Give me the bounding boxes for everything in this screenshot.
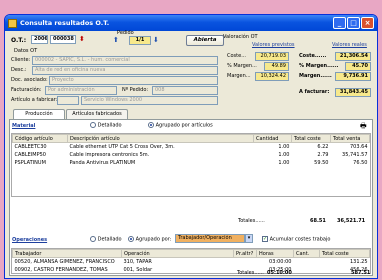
col-horas[interactable]: Horas [256,249,294,258]
pct-real-field: 45.70 [345,62,371,71]
app-icon [8,18,17,28]
reales-label: Valores reales [332,42,367,48]
material-agrupado-radio[interactable]: Agrupado por artículos [148,122,213,129]
tab-produccion[interactable]: Producción [13,109,65,119]
tab-panel: Material Detallado Agrupado por artículo… [9,119,373,276]
maximize-icon[interactable]: □ [347,17,360,29]
afacturar-field: 31,843.45 [335,88,371,97]
op-agrupado-radio[interactable]: Agrupado por: [128,236,171,243]
doc-label: Doc. asociado: [11,77,48,83]
print-icon[interactable]: 🖶 [360,122,367,133]
afacturar-label: A facturar: [299,89,330,95]
op-total-coste: 587.51 [351,270,371,276]
coste-prev-field: 20,719.03 [255,52,289,61]
desc-label: Desc.: [11,67,27,73]
articulo-field[interactable]: Servicio Windows 2000 [81,96,218,105]
next-pedido-icon[interactable]: ⬇ [153,36,159,44]
facturacion-field[interactable]: Por administración [45,86,117,95]
ot-number-field[interactable]: 000038 [50,35,76,44]
op-detallado-label: Detallado [97,236,122,243]
operaciones-table: Trabajador Operación Pr.altr? Horas Cant… [11,248,371,274]
material-totales-label: Totales...... [238,218,265,224]
col-cantidad[interactable]: Cantidad [253,134,292,143]
facturacion-label: Facturación: [11,87,42,93]
tab-articulos-fabricados[interactable]: Artículos fabricados [66,109,128,119]
close-icon[interactable]: × [361,17,374,29]
articulo-label: Artículo a fabricar: [11,97,58,103]
cliente-field[interactable]: 000002 - SAPIC, S.L. - hum. comercial [32,56,218,65]
datos-group-label: Datos OT [14,48,38,54]
pedido-field[interactable]: 1/1 [129,36,151,45]
coste-real-label: Coste...... [299,53,327,59]
coste-real-field: 21,306.54 [335,52,371,61]
table-row[interactable]: PSPLATINUM Panda Antivirus PLATINUM 1.00 59… [13,159,370,167]
titlebar: Consulta resultados O.T. _ □ × [5,15,377,31]
table-row[interactable]: 00902, CASTRO FERNANDEZ, TOMAS 001, Solda… [13,266,370,274]
doc-field[interactable]: Proyecto [49,76,218,85]
cliente-label: Cliente: [11,57,31,63]
col-cant[interactable]: Cant. [293,249,320,258]
main-window: Consulta resultados O.T. _ □ × O.T.: 200… [4,14,378,279]
material-table: Código artículo Descripción artículo Can… [11,133,371,197]
pct-prev-label: % Margen... [227,63,257,69]
op-detallado-radio[interactable]: Detallado [90,236,122,243]
table-row[interactable]: 00520, ALMANSA GIMENEZ, FRANCISCO 310, TA… [13,258,370,266]
ot-year-field[interactable]: 2006 [31,35,48,44]
previstos-label: Valores previstos [252,42,295,48]
col-total-venta[interactable]: Total venta [330,134,370,143]
margen-real-label: Margen...... [299,73,332,79]
operaciones-title: Operaciones [12,237,48,243]
pin-icon[interactable]: ⬍ [79,35,85,43]
margen-prev-label: Margen... [227,73,251,79]
prev-pedido-icon[interactable]: ⬆ [113,36,119,44]
op-agrupado-label: Agrupado por: [135,236,172,243]
pct-prev-field: 49.89 [264,62,289,71]
col-codigo[interactable]: Código artículo [12,134,68,143]
col-total-coste[interactable]: Total coste [291,134,331,143]
margen-prev-field: 10,324.42 [255,72,289,81]
col-trabajador[interactable]: Trabajador [12,249,122,258]
chevron-down-icon[interactable]: ▾ [245,234,253,243]
acumular-label: Acumular costes trabajo [269,236,331,243]
col-op-total-coste[interactable]: Total coste [319,249,370,258]
material-detallado-radio[interactable]: Detallado [90,122,122,129]
acumular-checkbox[interactable]: ✓ Acumular costes trabajo [262,236,330,243]
material-total-venta: 36,521.71 [337,218,366,224]
margen-real-field: 9,736.91 [335,72,371,81]
window-title: Consulta resultados O.T. [20,19,110,27]
col-operacion[interactable]: Operación [121,249,234,258]
npedido-field[interactable]: 008 [152,86,218,95]
agrupado-select[interactable]: Trabajador/Operación [175,234,245,243]
material-total-coste: 68.51 [310,218,326,224]
desc-field[interactable]: Alta de red en oficina nueva [32,66,218,75]
npedido-label: Nº Pedido: [122,87,149,93]
op-totales-label: Totales...... [237,270,264,276]
valoracion-group-label: Valoración OT [223,34,258,40]
material-detallado-label: Detallado [97,122,122,129]
op-total-horas: 05:10:00 [267,270,292,276]
col-descripcion[interactable]: Descripción artículo [67,134,254,143]
ot-label: O.T.: [11,37,27,44]
minimize-icon[interactable]: _ [333,17,346,29]
coste-prev-label: Coste... [227,53,246,59]
material-agrupado-label: Agrupado por artículos [155,122,213,129]
pct-real-label: % Margen...... [299,63,339,69]
material-title: Material [12,123,36,129]
table-row[interactable]: CABLEETC30 Cable ethernet UTP Cat 5 Cross… [13,143,370,151]
abierta-button[interactable]: Abierta [186,35,224,46]
col-pr-altr[interactable]: Pr.altr? [233,249,257,258]
articulo-code-field[interactable] [57,96,79,105]
table-row[interactable]: CABLEIMP50 Cable impresora centronics 5m.… [13,151,370,159]
